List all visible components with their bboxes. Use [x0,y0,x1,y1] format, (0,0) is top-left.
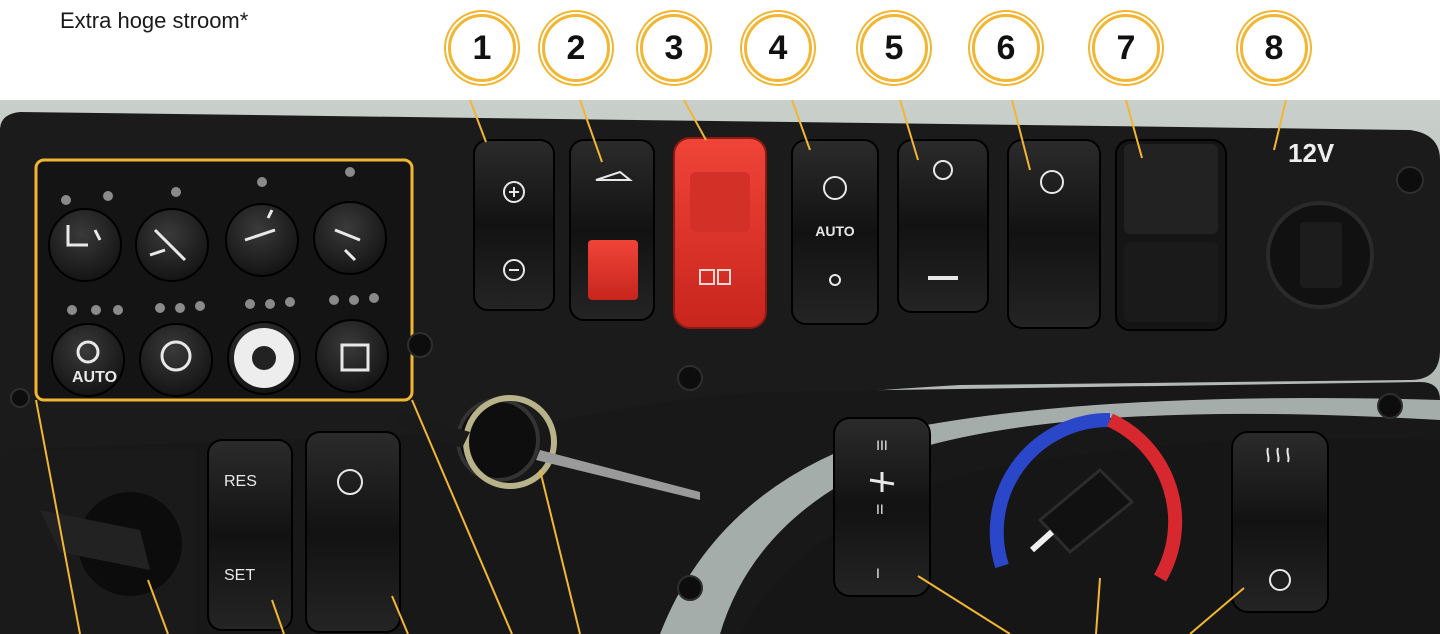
badge-1: 1 [448,14,516,82]
badge-8: 8 [1240,14,1308,82]
control-panel-photo: AUTO AUTO 12V RES SET III II I [0,100,1440,634]
badge-5: 5 [860,14,928,82]
auto-label-left: AUTO [72,369,117,386]
badge-4: 4 [744,14,812,82]
voltage-label: 12V [1288,138,1335,168]
badge-7: 7 [1092,14,1160,82]
fan-high-label: III [876,437,888,453]
caption-text: Extra hoge stroom* [60,8,249,33]
badge-6: 6 [972,14,1040,82]
badge-2: 2 [542,14,610,82]
badge-3: 3 [640,14,708,82]
fan-low-label: I [876,565,880,581]
res-label: RES [224,473,257,490]
set-label: SET [224,567,255,584]
auto-label: AUTO [815,223,855,239]
fan-mid-label: II [876,501,884,517]
